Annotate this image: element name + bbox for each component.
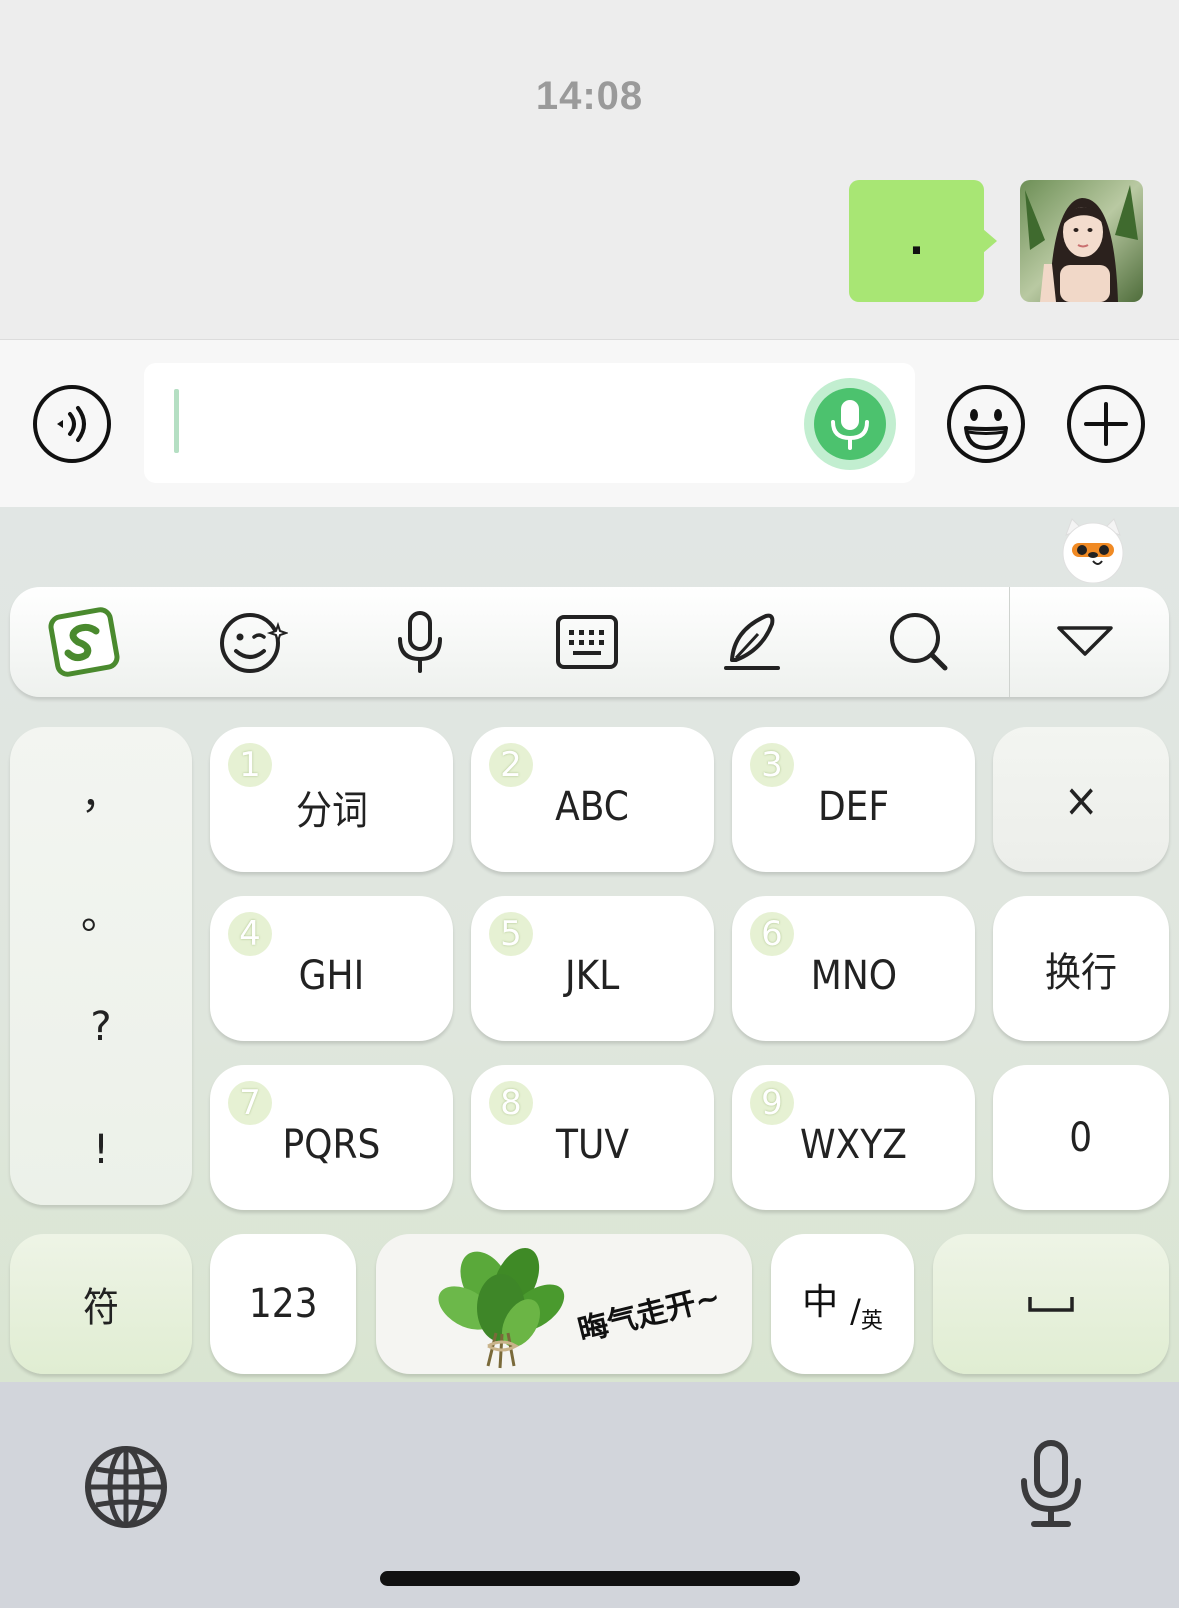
- handwriting-pen-icon[interactable]: [717, 607, 787, 677]
- smiley-icon[interactable]: [946, 384, 1026, 464]
- toolbar-divider: [1009, 587, 1010, 697]
- key-number: 4: [228, 912, 272, 956]
- newline-key[interactable]: 换行: [993, 896, 1169, 1041]
- key-label: 0: [1069, 1114, 1093, 1161]
- sticker-key[interactable]: 晦气走开~: [376, 1234, 752, 1374]
- key-8[interactable]: 8 TUV: [471, 1065, 714, 1210]
- chat-area: 14:08 .: [0, 0, 1179, 339]
- punctuation-column: ， 。 ? !: [10, 727, 192, 1205]
- plus-circle-icon[interactable]: [1066, 384, 1146, 464]
- key-number: 1: [228, 743, 272, 787]
- key-label: GHI: [298, 952, 365, 999]
- key-5[interactable]: 5 JKL: [471, 896, 714, 1041]
- key-number: 5: [489, 912, 533, 956]
- delete-icon: ×: [1063, 772, 1099, 827]
- text-cursor: [174, 389, 179, 453]
- dictation-microphone-icon[interactable]: [1018, 1439, 1084, 1529]
- key-9[interactable]: 9 WXYZ: [732, 1065, 975, 1210]
- punct-question[interactable]: ?: [10, 1004, 192, 1050]
- key-4[interactable]: 4 GHI: [210, 896, 453, 1041]
- message-timestamp: 14:08: [535, 74, 644, 118]
- lang-switch-key[interactable]: 中 / 英: [771, 1234, 914, 1374]
- microphone-icon: [831, 400, 869, 450]
- chat-input-bar: [0, 339, 1179, 507]
- key-label: TUV: [556, 1121, 629, 1168]
- bubble-tail: [983, 229, 997, 253]
- mascot-icon[interactable]: [1060, 517, 1126, 584]
- keyboard-toolbar: [10, 587, 1169, 697]
- sent-message-bubble[interactable]: .: [849, 180, 984, 302]
- voice-wave-icon[interactable]: [32, 384, 112, 464]
- key-label: MNO: [810, 952, 897, 999]
- message-text: .: [908, 218, 925, 264]
- key-label: DEF: [817, 783, 890, 830]
- lang-sub: 英: [860, 1309, 883, 1334]
- leaf-bundle-icon: [438, 1248, 565, 1369]
- sticker-text: 晦气走开~: [574, 1279, 725, 1349]
- globe-icon[interactable]: [84, 1445, 168, 1529]
- microphone-icon[interactable]: [385, 607, 455, 677]
- lang-separator: /: [850, 1292, 861, 1330]
- key-label: JKL: [565, 952, 620, 999]
- emoji-wink-icon[interactable]: [218, 607, 288, 677]
- punct-exclamation[interactable]: !: [10, 1127, 192, 1173]
- home-indicator[interactable]: [380, 1571, 800, 1586]
- search-icon[interactable]: [884, 607, 954, 677]
- numbers-key[interactable]: 123: [210, 1234, 356, 1374]
- key-number: 2: [489, 743, 533, 787]
- delete-key[interactable]: ×: [993, 727, 1169, 872]
- voice-input-button[interactable]: [804, 378, 896, 470]
- numbers-label: 123: [248, 1281, 318, 1327]
- system-keyboard-bar: [0, 1382, 1179, 1608]
- key-0[interactable]: 0: [993, 1065, 1169, 1210]
- key-label: PQRS: [282, 1121, 381, 1168]
- key-2[interactable]: 2 ABC: [471, 727, 714, 872]
- newline-label: 换行: [1045, 949, 1117, 996]
- symbols-key[interactable]: 符: [10, 1234, 192, 1374]
- message-input[interactable]: [144, 363, 915, 483]
- key-1[interactable]: 1 分词: [210, 727, 453, 872]
- sogou-logo-icon[interactable]: [46, 607, 122, 677]
- lang-main: 中: [802, 1282, 839, 1323]
- collapse-triangle-icon[interactable]: [1050, 607, 1120, 677]
- avatar[interactable]: [1020, 180, 1143, 302]
- sogou-keyboard: ， 。 ? ! 1 分词 2 ABC 3 DEF × 4 GHI 5 JKL 6…: [0, 507, 1179, 1382]
- key-label: ABC: [555, 783, 630, 830]
- key-3[interactable]: 3 DEF: [732, 727, 975, 872]
- key-number: 9: [750, 1081, 794, 1125]
- keyboard-icon[interactable]: [552, 607, 622, 677]
- space-bar-icon: [1028, 1297, 1074, 1312]
- key-number: 6: [750, 912, 794, 956]
- key-number: 7: [228, 1081, 272, 1125]
- key-label: WXYZ: [800, 1121, 907, 1168]
- space-key[interactable]: [933, 1234, 1169, 1374]
- key-7[interactable]: 7 PQRS: [210, 1065, 453, 1210]
- key-6[interactable]: 6 MNO: [732, 896, 975, 1041]
- punct-period[interactable]: 。: [10, 882, 192, 940]
- punct-comma[interactable]: ，: [10, 762, 192, 820]
- key-number: 8: [489, 1081, 533, 1125]
- key-label: 分词: [295, 787, 368, 834]
- key-number: 3: [750, 743, 794, 787]
- symbols-label: 符: [83, 1285, 119, 1331]
